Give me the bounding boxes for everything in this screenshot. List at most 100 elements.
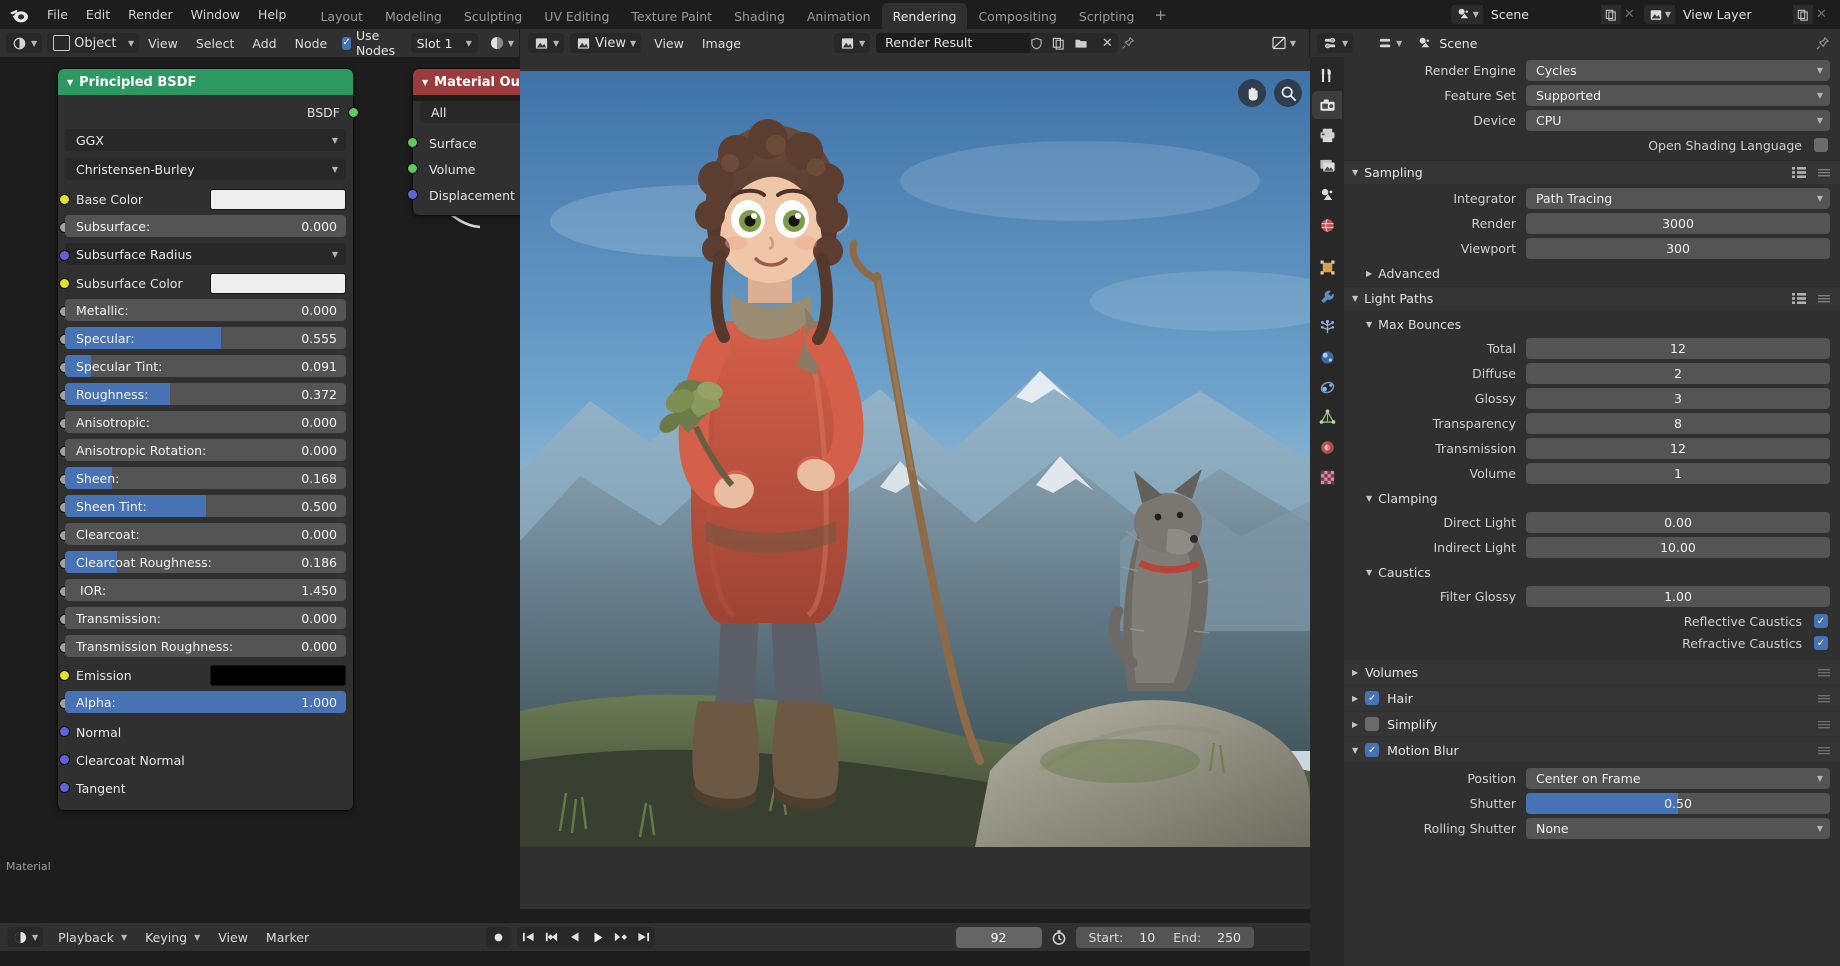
slider-control[interactable]: Clearcoat:0.000 (65, 523, 346, 545)
close-icon[interactable]: ✕ (1096, 36, 1118, 51)
end-value[interactable]: 250 (1217, 930, 1241, 945)
properties-tab-object[interactable] (1312, 253, 1342, 281)
image-datablock-type[interactable]: ▼ (834, 33, 870, 53)
slider-control[interactable]: Transmission Roughness:0.000 (65, 635, 346, 657)
slider-control[interactable]: Sheen Tint:0.500 (65, 495, 346, 517)
use-nodes-toggle[interactable]: ✓ Use Nodes (336, 28, 406, 58)
workspace-tab-sculpting[interactable]: Sculpting (453, 3, 533, 31)
timeline-menu-playback[interactable]: Playback▼ (49, 930, 136, 945)
play-icon[interactable] (586, 927, 609, 948)
collapsed-triangle-icon[interactable]: ▶ (1366, 269, 1372, 278)
output-input-surface[interactable]: Surface (413, 130, 520, 156)
properties-tab-material[interactable] (1312, 433, 1342, 461)
jump-end-icon[interactable] (632, 927, 655, 948)
bsdf-row-sheen[interactable]: Sheen:0.168 (65, 467, 346, 493)
node-menu-node[interactable]: Node (286, 36, 337, 51)
workspace-tab-rendering[interactable]: Rendering (882, 3, 968, 31)
hair-checkbox[interactable]: ✓ (1365, 691, 1379, 705)
collapsed-triangle-icon[interactable]: ▶ (1352, 668, 1358, 677)
integrator-dropdown[interactable]: Path Tracing▼ (1526, 188, 1830, 209)
color-swatch[interactable] (210, 189, 346, 210)
node-material-output[interactable]: ▼ Material Out All SurfaceVolumeDisplace… (413, 69, 520, 215)
sampling-panel-header[interactable]: ▼ Sampling (1344, 160, 1840, 184)
properties-tab-constraints[interactable] (1312, 373, 1342, 401)
grip-icon[interactable] (1817, 166, 1831, 179)
presets-list-icon[interactable] (1792, 166, 1806, 179)
collapse-triangle-icon[interactable]: ▼ (422, 78, 428, 87)
properties-tab-particles[interactable] (1312, 313, 1342, 341)
menu-edit[interactable]: Edit (77, 4, 119, 25)
editor-type-selector-timeline[interactable]: ▼ (7, 927, 43, 947)
slider-control[interactable]: Clearcoat Roughness:0.186 (65, 551, 346, 573)
material-slot-selector[interactable]: Slot 1 ▼ (411, 33, 478, 53)
pin-icon[interactable] (1121, 36, 1143, 50)
socket-yellow[interactable] (59, 670, 70, 681)
slider-control[interactable]: Anisotropic:0.000 (65, 411, 346, 433)
socket-yellow[interactable] (59, 194, 70, 205)
editor-type-selector-image[interactable]: ▼ (528, 33, 564, 53)
device-dropdown[interactable]: CPU▼ (1526, 110, 1830, 131)
socket-purple[interactable] (59, 754, 70, 765)
close-icon[interactable]: ✕ (1813, 5, 1833, 24)
image-overlay-button[interactable]: ▼ (1266, 33, 1301, 53)
workspace-tab-texture-paint[interactable]: Texture Paint (620, 3, 723, 31)
scene-selector[interactable]: ▼ Scene ✕ (1451, 5, 1641, 24)
socket-purple[interactable] (407, 189, 418, 200)
workspace-tab-modeling[interactable]: Modeling (374, 3, 453, 31)
collapsed-triangle-icon[interactable]: ▶ (1352, 720, 1358, 729)
presets-list-icon[interactable] (1792, 292, 1806, 305)
view-layer-icon[interactable]: ▼ (1644, 5, 1675, 24)
add-workspace-button[interactable]: + (1145, 1, 1176, 29)
image-menu-image[interactable]: Image (693, 36, 750, 51)
workspace-tab-compositing[interactable]: Compositing (967, 3, 1067, 31)
slider-control[interactable]: IOR:1.450 (65, 579, 346, 601)
close-icon[interactable]: ✕ (1621, 5, 1641, 24)
bsdf-row-alpha[interactable]: Alpha:1.000 (65, 691, 346, 717)
frame-range-fields[interactable]: Start: 10 End: 250 (1076, 927, 1254, 948)
record-icon[interactable] (486, 927, 511, 948)
output-input-volume[interactable]: Volume (413, 156, 520, 182)
viewport-samples-field[interactable]: 300 (1526, 238, 1830, 259)
slider-control[interactable]: Metallic:0.000 (65, 299, 346, 321)
socket-purple[interactable] (59, 726, 70, 737)
timeline-menu-marker[interactable]: Marker (257, 930, 318, 945)
play-reverse-icon[interactable] (563, 927, 586, 948)
slider-control[interactable]: Roughness:0.372 (65, 383, 346, 405)
subsurface-method-dropdown[interactable]: Christensen-Burley ▼ (65, 158, 346, 184)
slider-control[interactable]: Sheen:0.168 (65, 467, 346, 489)
properties-tab-view-layer[interactable] (1312, 151, 1342, 179)
image-datablock[interactable]: Render Result ✕ (876, 33, 1118, 53)
timeline-menu-view[interactable]: View (209, 930, 257, 945)
socket-purple[interactable] (59, 250, 70, 261)
bsdf-row-subsurface-radius[interactable]: Subsurface Radius▼ (65, 243, 346, 269)
caustics-subpanel[interactable]: ▼ Caustics (1344, 561, 1840, 583)
duplicate-icon[interactable] (1601, 5, 1621, 24)
color-swatch[interactable] (210, 273, 346, 294)
render-samples-field[interactable]: 3000 (1526, 213, 1830, 234)
color-swatch[interactable] (210, 665, 346, 686)
start-value[interactable]: 10 (1139, 930, 1155, 945)
number-field[interactable]: 3 (1526, 388, 1830, 409)
bsdf-row-anisotropic-rotation[interactable]: Anisotropic Rotation:0.000 (65, 439, 346, 465)
bsdf-row-tangent[interactable]: Tangent (65, 775, 346, 801)
slider-control[interactable]: Transmission:0.000 (65, 607, 346, 629)
duplicate-icon[interactable] (1052, 37, 1074, 50)
bsdf-row-subsurface[interactable]: Subsurface:0.000 (65, 215, 346, 241)
jump-start-icon[interactable] (517, 927, 540, 948)
bsdf-row-sheen-tint[interactable]: Sheen Tint:0.500 (65, 495, 346, 521)
properties-tab-physics[interactable] (1312, 343, 1342, 371)
properties-tab-render[interactable] (1312, 91, 1342, 119)
filter-glossy-field[interactable]: 1.00 (1526, 586, 1830, 607)
number-field[interactable]: 2 (1526, 363, 1830, 384)
bsdf-row-metallic[interactable]: Metallic:0.000 (65, 299, 346, 325)
clamping-subpanel[interactable]: ▼ Clamping (1344, 487, 1840, 509)
hand-icon[interactable] (1238, 79, 1266, 107)
render-result-image[interactable] (520, 71, 1310, 847)
collapse-triangle-icon[interactable]: ▼ (67, 78, 73, 87)
bsdf-row-normal[interactable]: Normal (65, 719, 346, 745)
socket-purple[interactable] (59, 782, 70, 793)
properties-tab-data[interactable] (1312, 403, 1342, 431)
blender-logo-icon[interactable] (8, 4, 30, 26)
menu-render[interactable]: Render (119, 4, 182, 25)
slider-control[interactable]: Alpha:1.000 (65, 691, 346, 713)
